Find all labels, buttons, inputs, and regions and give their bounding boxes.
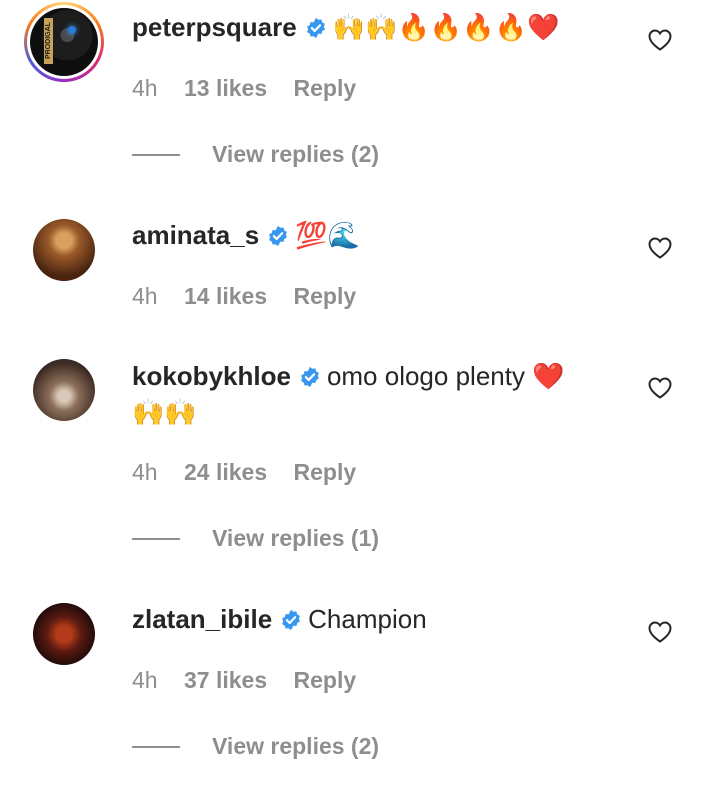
divider	[132, 153, 180, 156]
avatar[interactable]	[33, 219, 95, 281]
reply-button[interactable]: Reply	[294, 283, 357, 309]
verified-badge-icon	[282, 609, 301, 631]
comment-username[interactable]: peterpsquare	[132, 12, 297, 42]
divider	[132, 537, 180, 540]
comment-time: 4h	[132, 75, 158, 101]
reply-button[interactable]: Reply	[294, 75, 357, 101]
likes-count[interactable]: 24 likes	[184, 459, 267, 485]
avatar-image: PRODIGAL	[30, 8, 98, 76]
heart-icon[interactable]	[647, 28, 673, 52]
heart-icon[interactable]	[647, 376, 673, 400]
comment-meta: 4h 13 likes Reply	[132, 75, 376, 102]
verified-badge-icon	[306, 17, 325, 39]
avatar-image	[33, 219, 95, 281]
comment-time: 4h	[132, 667, 158, 693]
avatar[interactable]: PRODIGAL	[24, 2, 104, 82]
reply-button[interactable]: Reply	[294, 459, 357, 485]
comment-meta: 4h 14 likes Reply	[132, 283, 376, 310]
avatar[interactable]	[33, 603, 95, 665]
likes-count[interactable]: 14 likes	[184, 283, 267, 309]
likes-count[interactable]: 37 likes	[184, 667, 267, 693]
comment-time: 4h	[132, 459, 158, 485]
view-replies-button[interactable]: View replies (2)	[132, 141, 379, 168]
comment-meta: 4h 37 likes Reply	[132, 667, 376, 694]
reply-button[interactable]: Reply	[294, 667, 357, 693]
avatar-image	[33, 603, 95, 665]
comment-meta: 4h 24 likes Reply	[132, 459, 376, 486]
heart-icon[interactable]	[647, 620, 673, 644]
verified-badge-icon	[301, 366, 319, 388]
avatar-logo-text: PRODIGAL	[44, 18, 53, 64]
likes-count[interactable]: 13 likes	[184, 75, 267, 101]
comment-time: 4h	[132, 283, 158, 309]
verified-badge-icon	[269, 225, 288, 247]
heart-icon[interactable]	[647, 236, 673, 260]
divider	[132, 745, 180, 748]
view-replies-button[interactable]: View replies (1)	[132, 525, 379, 552]
avatar-image	[33, 359, 95, 421]
comment-username[interactable]: kokobykhloe	[132, 361, 291, 391]
comment-text: 🙌🙌🔥🔥🔥🔥❤️	[332, 12, 560, 42]
comment-text: Champion	[308, 604, 427, 634]
comment-text: 💯🌊	[295, 220, 360, 250]
view-replies-button[interactable]: View replies (2)	[132, 733, 379, 760]
comment-username[interactable]: zlatan_ibile	[132, 604, 272, 634]
avatar[interactable]	[33, 359, 95, 421]
comment-username[interactable]: aminata_s	[132, 220, 259, 250]
